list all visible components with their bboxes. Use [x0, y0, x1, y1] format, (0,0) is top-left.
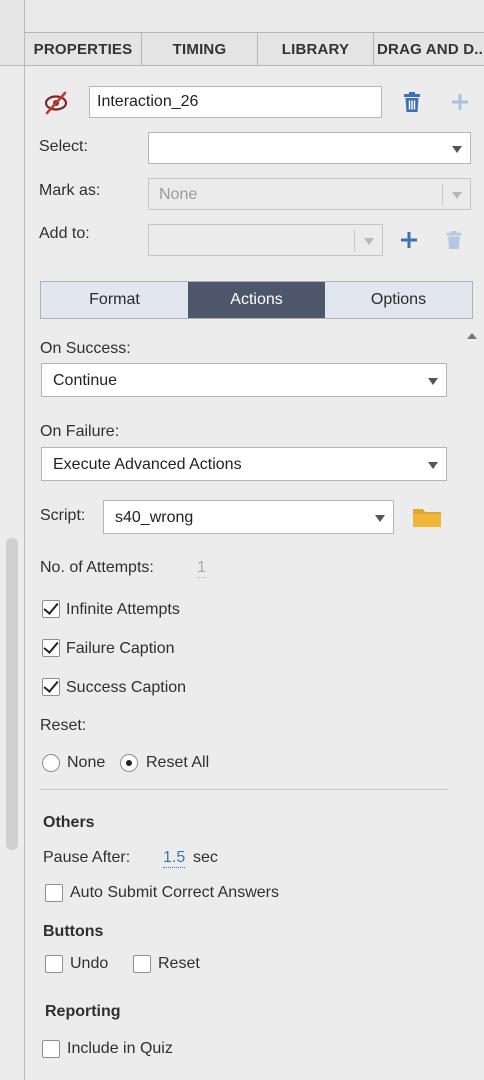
left-scrollbar[interactable]	[6, 538, 18, 850]
on-success-value: Continue	[53, 372, 118, 389]
script-label: Script:	[40, 507, 86, 524]
tab-options[interactable]: Options	[325, 282, 472, 318]
tab-drag-and-drop[interactable]: DRAG AND D...	[373, 33, 484, 65]
section-divider	[40, 789, 448, 790]
on-failure-dropdown[interactable]: Execute Advanced Actions	[41, 447, 447, 481]
undo-label: Undo	[70, 955, 109, 972]
tab-timing[interactable]: TIMING	[141, 33, 257, 65]
eye-hidden-icon[interactable]	[43, 90, 69, 116]
reset-all-radio[interactable]	[120, 754, 138, 772]
success-caption-checkbox[interactable]	[42, 678, 60, 696]
interaction-name-input[interactable]: Interaction_26	[89, 86, 382, 118]
select-label: Select:	[39, 138, 88, 155]
chevron-down-icon	[364, 238, 374, 245]
chevron-down-icon	[428, 462, 438, 469]
pause-after-label: Pause After:	[43, 849, 131, 866]
mark-as-label: Mark as:	[39, 182, 101, 199]
include-in-quiz-checkbox[interactable]	[42, 1040, 60, 1058]
dropdown-separator	[354, 230, 355, 252]
trash-icon[interactable]	[402, 91, 422, 113]
properties-panel: Interaction_26 Select: Mark as: None Add…	[25, 66, 484, 1080]
on-failure-label: On Failure:	[40, 423, 120, 440]
left-gutter	[0, 0, 25, 1080]
script-value: s40_wrong	[115, 509, 194, 526]
include-in-quiz-label: Include in Quiz	[67, 1040, 173, 1057]
buttons-heading: Buttons	[43, 923, 104, 940]
select-dropdown[interactable]	[148, 132, 471, 164]
undo-checkbox[interactable]	[45, 955, 63, 973]
on-success-label: On Success:	[40, 340, 131, 357]
auto-submit-checkbox[interactable]	[45, 884, 63, 902]
chevron-down-icon	[452, 146, 462, 153]
add-to-label: Add to:	[39, 225, 90, 242]
others-heading: Others	[43, 814, 95, 831]
on-success-dropdown[interactable]: Continue	[41, 363, 447, 397]
tab-library[interactable]: LIBRARY	[257, 33, 373, 65]
infinite-attempts-checkbox[interactable]	[42, 600, 60, 618]
reset-button-label: Reset	[158, 955, 200, 972]
tab-format[interactable]: Format	[41, 282, 188, 318]
attempts-value[interactable]: 1	[197, 559, 206, 578]
reset-button-checkbox[interactable]	[133, 955, 151, 973]
panel-tab-bar: PROPERTIES TIMING LIBRARY DRAG AND D...	[25, 32, 484, 66]
script-dropdown[interactable]: s40_wrong	[103, 500, 394, 534]
gutter-top-strip	[0, 0, 24, 66]
dropdown-separator	[442, 184, 443, 206]
pause-after-unit: sec	[193, 849, 218, 866]
on-failure-value: Execute Advanced Actions	[53, 456, 242, 473]
chevron-down-icon	[375, 515, 385, 522]
pause-after-value[interactable]: 1.5	[163, 849, 186, 868]
plus-icon[interactable]	[400, 231, 418, 249]
sub-tab-bar: Format Actions Options	[40, 281, 473, 319]
auto-submit-label: Auto Submit Correct Answers	[70, 884, 279, 901]
failure-caption-checkbox[interactable]	[42, 639, 60, 657]
reset-label: Reset:	[40, 717, 87, 734]
scroll-up-arrow-icon[interactable]	[467, 333, 477, 339]
plus-icon[interactable]	[451, 93, 469, 111]
reset-all-label: Reset All	[146, 754, 210, 771]
reset-none-label: None	[67, 754, 106, 771]
infinite-attempts-label: Infinite Attempts	[66, 601, 180, 618]
tab-actions[interactable]: Actions	[188, 282, 325, 318]
add-to-dropdown[interactable]	[148, 224, 383, 256]
success-caption-label: Success Caption	[66, 679, 187, 696]
folder-icon[interactable]	[412, 506, 442, 528]
mark-as-dropdown[interactable]: None	[148, 178, 471, 210]
chevron-down-icon	[428, 378, 438, 385]
tab-properties[interactable]: PROPERTIES	[25, 33, 141, 65]
attempts-label: No. of Attempts:	[40, 559, 154, 576]
failure-caption-label: Failure Caption	[66, 640, 175, 657]
chevron-down-icon	[452, 192, 462, 199]
mark-as-value: None	[159, 186, 198, 203]
trash-icon[interactable]	[445, 230, 463, 250]
reporting-heading: Reporting	[45, 1003, 121, 1020]
reset-none-radio[interactable]	[42, 754, 60, 772]
